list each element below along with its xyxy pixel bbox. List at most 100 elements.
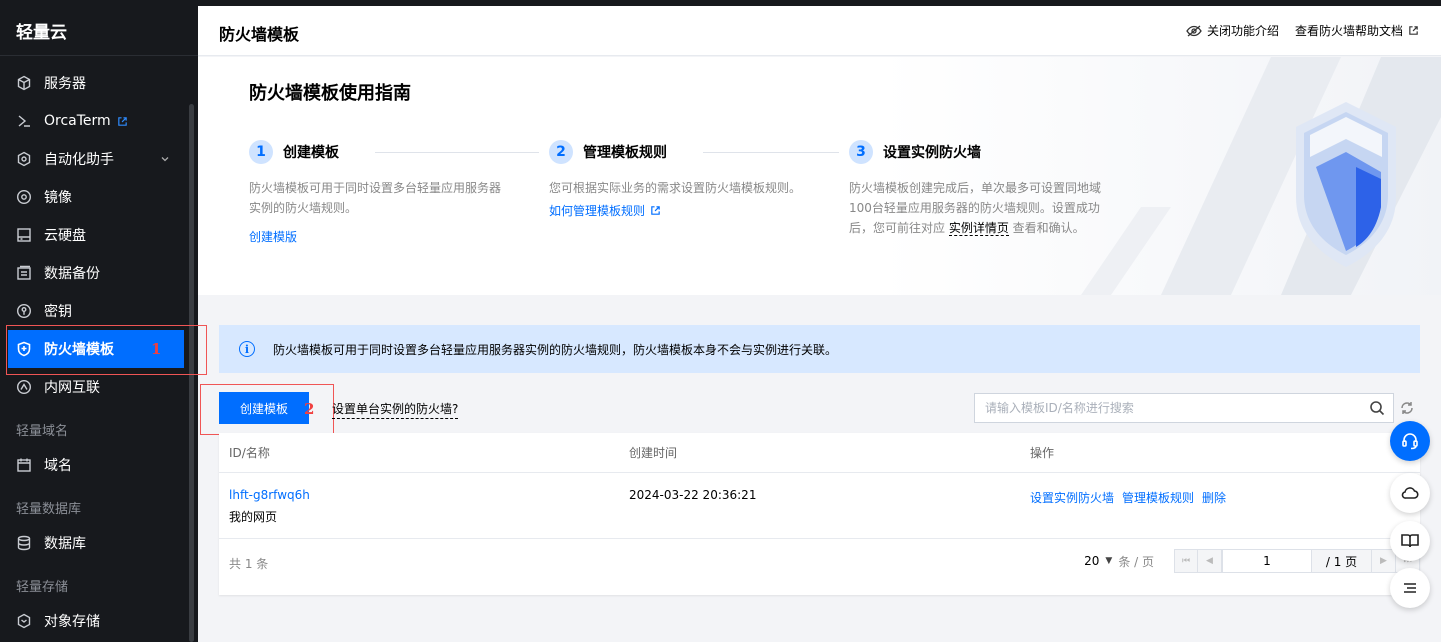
caret-down-icon: ▼ xyxy=(1105,556,1113,566)
guide-step-3: 3 设置实例防火墙 防火墙模板创建完成后，单次最多可设置同地域100台轻量应用服… xyxy=(849,140,1139,238)
terminal-icon xyxy=(16,113,32,129)
sidebar-item-label: 密钥 xyxy=(44,304,72,320)
list-icon xyxy=(1404,583,1416,593)
manage-rules-label: 如何管理模板规则 xyxy=(549,204,646,218)
automation-icon xyxy=(16,151,32,167)
divider xyxy=(219,538,1420,539)
sidebar-item-label: 自动化助手 xyxy=(44,152,114,168)
step-description: 防火墙模板创建完成后，单次最多可设置同地域100台轻量应用服务器的防火墙规则。设… xyxy=(849,178,1109,238)
notice-text: 防火墙模板可用于同时设置多台轻量应用服务器实例的防火墙规则，防火墙模板本身不会与… xyxy=(273,342,838,357)
total-pages: / 1 页 xyxy=(1312,549,1372,573)
cloud-icon xyxy=(1401,487,1419,499)
column-header-actions: 操作 xyxy=(1030,446,1055,460)
next-page-button[interactable]: ▶ xyxy=(1372,549,1396,573)
refresh-icon[interactable] xyxy=(1399,400,1415,420)
create-template-link[interactable]: 创建模版 xyxy=(249,228,297,245)
external-link-icon xyxy=(117,116,128,127)
disc-icon xyxy=(16,189,32,205)
network-icon xyxy=(16,379,32,395)
manage-rules-action-link[interactable]: 管理模板规则 xyxy=(1122,491,1194,505)
disk-icon xyxy=(16,227,32,243)
total-count: 共 1 条 xyxy=(229,557,269,571)
manage-rules-link[interactable]: 如何管理模板规则 xyxy=(549,202,661,219)
sidebar-item-label: 内网互联 xyxy=(44,380,100,396)
sidebar-item-servers[interactable]: 服务器 xyxy=(0,64,190,102)
template-name: 我的网页 xyxy=(229,510,278,524)
sidebar-item-label: 对象存储 xyxy=(44,614,100,630)
guide-step-2: 2 管理模板规则 您可根据实际业务的需求设置防火墙模板规则。 如何管理模板规则 xyxy=(549,140,839,219)
template-id-link[interactable]: lhft-g8rfwq6h xyxy=(229,488,310,502)
usage-guide: 防火墙模板使用指南 1 创建模板 防火墙模板可用于同时设置多台轻量应用服务器实例… xyxy=(198,57,1441,295)
single-instance-firewall-link[interactable]: 设置单台实例的防火墙? xyxy=(332,400,459,419)
column-header-created: 创建时间 xyxy=(629,446,678,460)
close-intro-label: 关闭功能介绍 xyxy=(1206,24,1279,38)
delete-link[interactable]: 删除 xyxy=(1202,491,1226,505)
page-size-select[interactable]: 20 ▼ xyxy=(1084,554,1112,568)
sidebar-item-automation[interactable]: 自动化助手 xyxy=(0,140,190,178)
sidebar-item-cloud-disk[interactable]: 云硬盘 xyxy=(0,216,190,254)
sidebar-item-database[interactable]: 数据库 xyxy=(0,524,190,562)
section-title-storage: 轻量存储 xyxy=(16,580,69,595)
pagination: 20 ▼ 条 / 页 ⏮ ◀ 1 / 1 页 ▶ ⏭ xyxy=(1084,549,1420,573)
sidebar: 轻量云 服务器 OrcaTerm 自动化助手 镜像 云硬盘 数据备份 密钥 防火… xyxy=(0,0,198,642)
header-links: 关闭功能介绍 查看防火墙帮助文档 xyxy=(1170,22,1419,39)
step-connector xyxy=(703,151,839,153)
search-input[interactable] xyxy=(975,394,1355,422)
help-doc-link[interactable]: 查看防火墙帮助文档 xyxy=(1295,22,1419,39)
step-title: 设置实例防火墙 xyxy=(883,145,981,161)
close-intro-link[interactable]: 关闭功能介绍 xyxy=(1186,22,1279,39)
divider xyxy=(219,472,1420,473)
external-link-icon xyxy=(1409,26,1418,35)
sidebar-item-orcaterm[interactable]: OrcaTerm xyxy=(0,102,190,140)
sidebar-item-backup[interactable]: 数据备份 xyxy=(0,254,190,292)
search-icon[interactable] xyxy=(1369,400,1385,420)
page-title: 防火墙模板 xyxy=(219,25,300,44)
eye-off-icon xyxy=(1186,25,1202,36)
domain-icon xyxy=(16,457,32,473)
backup-icon xyxy=(16,265,32,281)
step-title: 管理模板规则 xyxy=(583,145,667,161)
created-time: 2024-03-22 20:36:21 xyxy=(629,488,757,502)
divider xyxy=(0,55,198,56)
sidebar-item-object-storage[interactable]: 对象存储 xyxy=(0,602,190,640)
customer-service-button[interactable] xyxy=(1390,421,1430,461)
guide-step-1: 1 创建模板 防火墙模板可用于同时设置多台轻量应用服务器实例的防火墙规则。 创建… xyxy=(249,140,539,245)
sidebar-item-label: 服务器 xyxy=(44,76,86,92)
external-link-icon xyxy=(651,206,660,215)
database-icon xyxy=(16,535,32,551)
page-number-input[interactable]: 1 xyxy=(1222,549,1312,573)
sidebar-item-label: OrcaTerm xyxy=(44,113,111,129)
storage-icon xyxy=(16,613,32,629)
first-page-button[interactable]: ⏮ xyxy=(1174,549,1198,573)
cloud-assistant-button[interactable] xyxy=(1390,473,1430,513)
sidebar-item-label: 数据库 xyxy=(44,536,86,552)
headset-icon xyxy=(1402,433,1418,450)
cube-icon xyxy=(16,75,32,91)
step-title: 创建模板 xyxy=(283,145,339,161)
sidebar-item-domain[interactable]: 域名 xyxy=(0,446,190,484)
step-connector xyxy=(375,151,539,153)
search-box xyxy=(974,393,1394,423)
step-number: 1 xyxy=(249,140,273,164)
annotation-number-2: 2 xyxy=(304,400,315,418)
book-icon xyxy=(1401,534,1419,548)
menu-button[interactable] xyxy=(1390,568,1430,608)
help-doc-label: 查看防火墙帮助文档 xyxy=(1294,24,1403,38)
set-instance-firewall-link[interactable]: 设置实例防火墙 xyxy=(1030,491,1114,505)
sidebar-item-images[interactable]: 镜像 xyxy=(0,178,190,216)
page-size-unit: 条 / 页 xyxy=(1118,554,1154,569)
template-table: ID/名称 创建时间 操作 lhft-g8rfwq6h 我的网页 2024-03… xyxy=(219,433,1420,595)
sidebar-item-label: 云硬盘 xyxy=(44,228,86,244)
sidebar-item-label: 域名 xyxy=(44,458,72,474)
guide-title: 防火墙模板使用指南 xyxy=(249,83,411,104)
step-description: 防火墙模板可用于同时设置多台轻量应用服务器实例的防火墙规则。 xyxy=(249,181,502,215)
annotation-box-1 xyxy=(6,325,207,375)
step-description-text: 查看和确认。 xyxy=(1008,221,1085,235)
column-header-id-name: ID/名称 xyxy=(229,446,270,460)
brand-title: 轻量云 xyxy=(16,23,67,43)
prev-page-button[interactable]: ◀ xyxy=(1198,549,1222,573)
docs-button[interactable] xyxy=(1390,521,1430,561)
sidebar-item-label: 数据备份 xyxy=(44,266,100,282)
step-description: 您可根据实际业务的需求设置防火墙模板规则。 xyxy=(549,181,802,195)
instance-detail-link[interactable]: 实例详情页 xyxy=(948,221,1009,236)
